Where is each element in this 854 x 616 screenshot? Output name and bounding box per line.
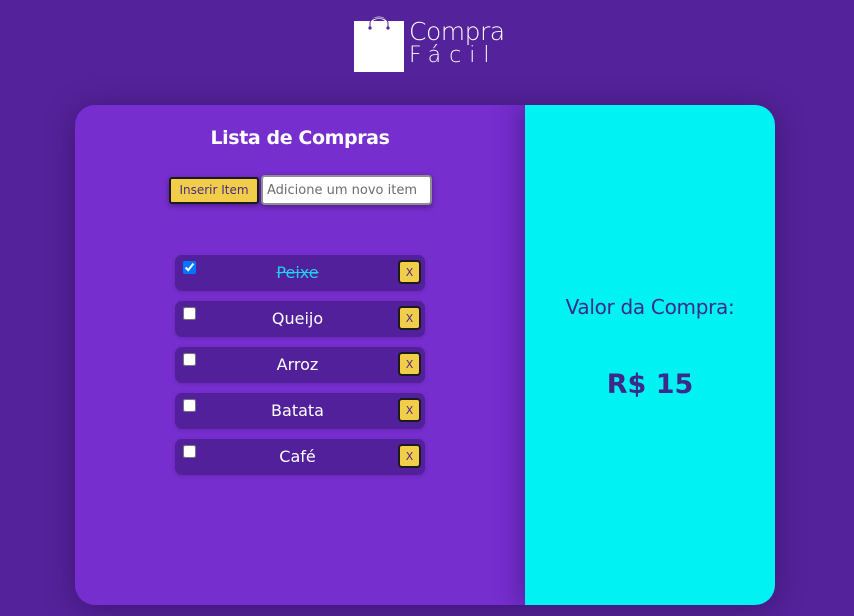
item-label: Peixe: [276, 263, 319, 282]
delete-item-button[interactable]: X: [398, 398, 421, 422]
list-item: Arroz X: [175, 347, 425, 383]
logo-line1: Compra: [409, 17, 505, 46]
logo-text: Compra Fácil: [409, 19, 505, 67]
main-card: Lista de Compras Inserir Item Peixe X Qu…: [75, 105, 775, 605]
logo: Compra Fácil: [351, 12, 505, 74]
item-label: Café: [279, 447, 316, 466]
total-panel: Valor da Compra: R$ 15: [525, 105, 775, 605]
delete-item-button[interactable]: X: [398, 352, 421, 376]
list-item: Batata X: [175, 393, 425, 429]
list-item: Peixe X: [175, 255, 425, 291]
delete-item-button[interactable]: X: [398, 260, 421, 284]
delete-item-button[interactable]: X: [398, 306, 421, 330]
new-item-input[interactable]: [261, 175, 432, 205]
item-label: Arroz: [276, 355, 319, 374]
total-label: Valor da Compra:: [565, 295, 735, 319]
total-value: R$ 15: [606, 369, 694, 400]
list-item: Queijo X: [175, 301, 425, 337]
delete-item-button[interactable]: X: [398, 444, 421, 468]
insert-item-button[interactable]: Inserir Item: [169, 177, 259, 204]
list-item: Café X: [175, 439, 425, 475]
item-label: Queijo: [271, 309, 324, 328]
shopping-list: Peixe X Queijo X Arroz X Batata X Café X: [175, 255, 425, 485]
shopping-bag-icon: [354, 16, 404, 72]
list-title: Lista de Compras: [210, 127, 390, 149]
item-label: Batata: [271, 401, 324, 420]
shopping-list-panel: Lista de Compras Inserir Item Peixe X Qu…: [75, 105, 525, 605]
logo-line2: Fácil: [409, 43, 498, 68]
